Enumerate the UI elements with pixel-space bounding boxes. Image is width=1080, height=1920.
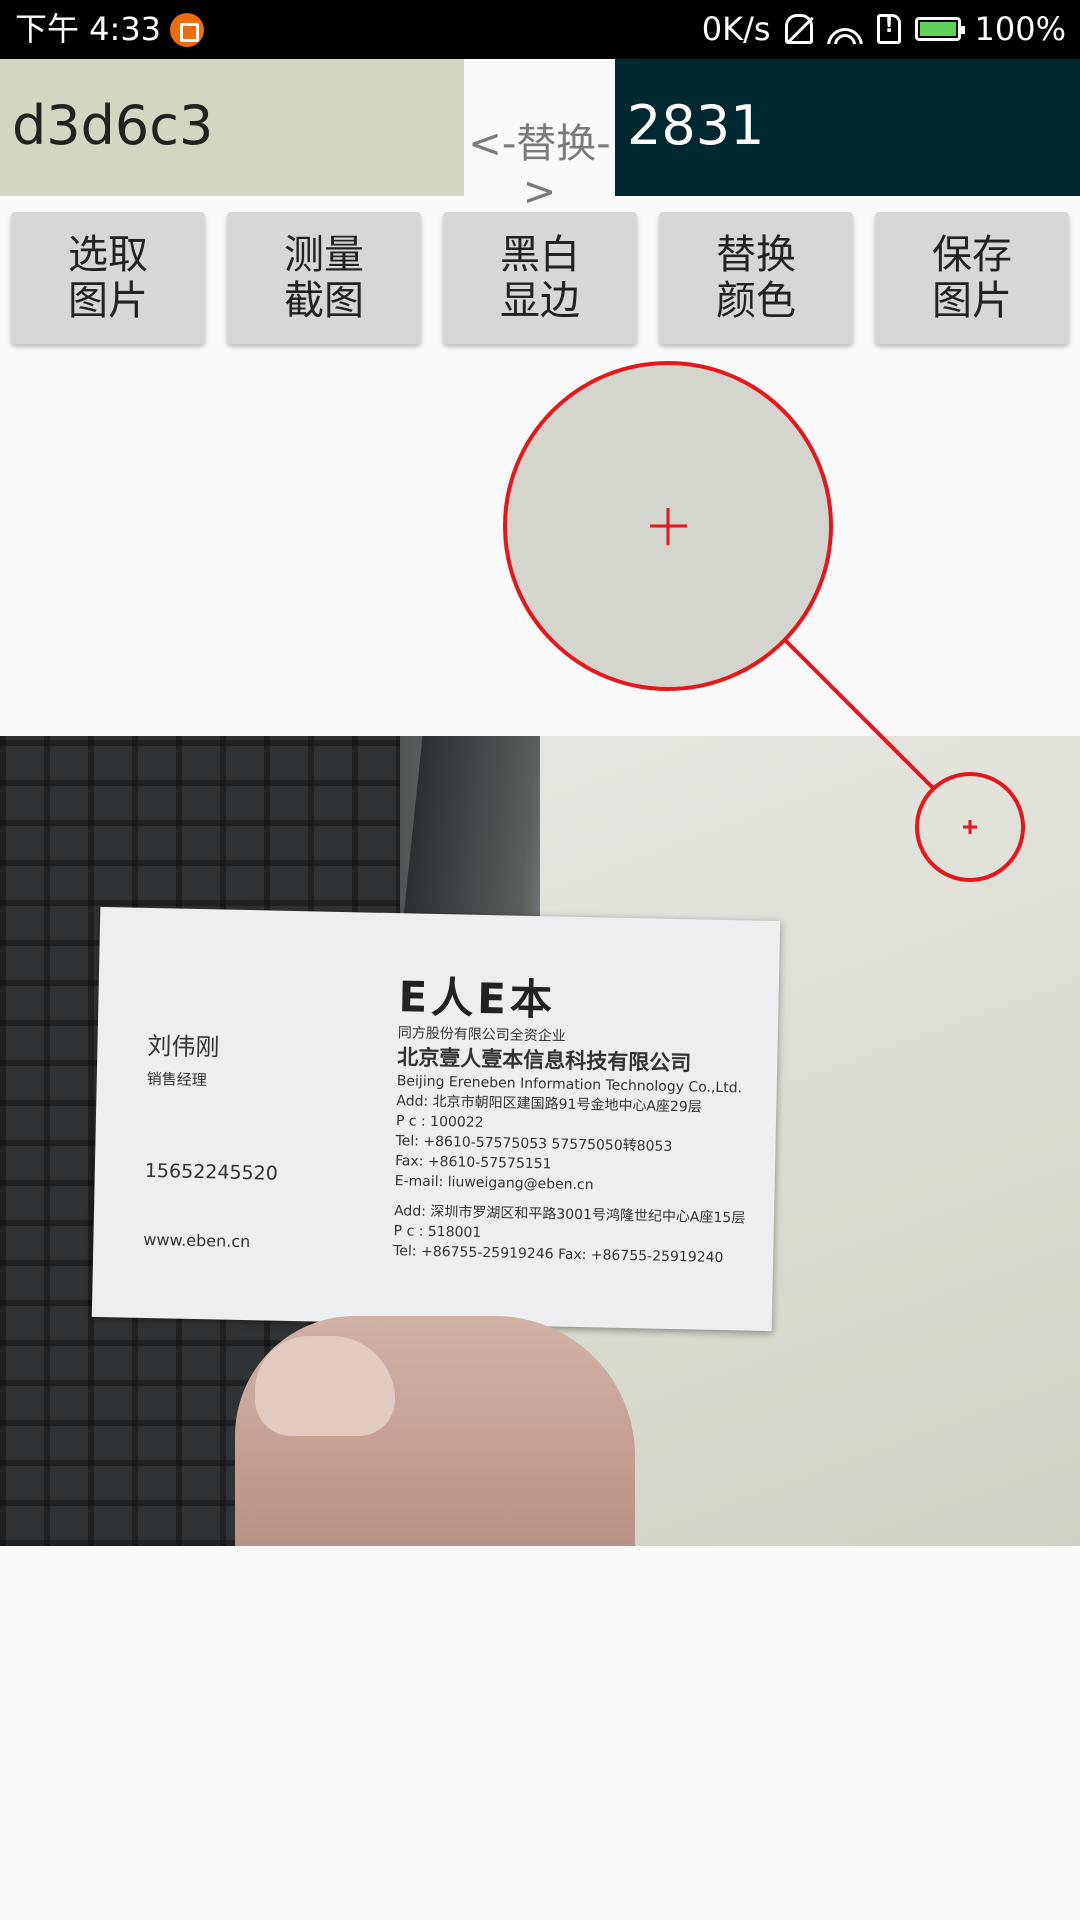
black-white-edge-button[interactable]: 黑白 显边: [443, 212, 637, 344]
business-card: E人E本 刘伟刚 销售经理 15652245520 www.eben.cn 同方…: [91, 906, 781, 1332]
button-label-line2: 截图: [284, 278, 364, 324]
magnifier-lens[interactable]: [503, 361, 833, 691]
app-notification-icon: [170, 13, 204, 47]
photo-canvas[interactable]: E人E本 刘伟刚 销售经理 15652245520 www.eben.cn 同方…: [0, 736, 1080, 1546]
source-color-swatch[interactable]: d3d6c3: [0, 59, 464, 196]
status-time: 下午 4:33: [15, 10, 162, 48]
card-info: 同方股份有限公司全资企业 北京壹人壹本信息科技有限公司 Beijing Eren…: [393, 1023, 758, 1268]
sim-alert-icon: [876, 13, 901, 44]
button-label-line2: 显边: [500, 278, 580, 324]
button-label-line2: 图片: [932, 278, 1012, 324]
button-label-line1: 替换: [716, 232, 796, 278]
wifi-icon: [826, 14, 863, 44]
replace-color-button[interactable]: 替换 颜色: [659, 212, 853, 344]
card-job-title: 销售经理: [146, 1069, 207, 1090]
button-label-line2: 图片: [68, 278, 148, 324]
network-speed: 0K/s: [701, 10, 771, 48]
button-label-line1: 保存: [932, 232, 1012, 278]
battery-fill: [919, 22, 956, 36]
card-website: www.eben.cn: [143, 1229, 251, 1252]
card-name: 刘伟刚: [147, 1031, 220, 1062]
color-swap-row: d3d6c3 <-替换-> 2831: [0, 59, 1080, 215]
status-bar: 下午 4:33 0K/s 100%: [0, 0, 1080, 59]
battery-percent: 100%: [974, 10, 1066, 48]
button-label-line2: 颜色: [716, 278, 796, 324]
magnifier-crosshair-icon: [650, 508, 687, 545]
save-image-button[interactable]: 保存 图片: [875, 212, 1069, 344]
status-indicators: 0K/s 100%: [702, 9, 1066, 49]
battery-icon: [914, 17, 965, 41]
card-mobile: 15652245520: [144, 1159, 279, 1185]
card-logo: E人E本: [398, 972, 557, 1025]
source-color-hex: d3d6c3: [12, 94, 214, 157]
swap-label: <-替换->: [468, 121, 611, 215]
target-color-swatch[interactable]: 2831: [615, 59, 1080, 196]
select-image-button[interactable]: 选取 图片: [11, 212, 205, 344]
button-label-line1: 测量: [284, 232, 364, 278]
measure-screenshot-button[interactable]: 测量 截图: [227, 212, 421, 344]
button-label-line1: 选取: [68, 232, 148, 278]
target-color-hex: 2831: [627, 94, 765, 157]
toolbar: 选取 图片 测量 截图 黑白 显边 替换 颜色 保存 图片: [0, 212, 1080, 346]
button-label-line1: 黑白: [500, 232, 580, 278]
bell-muted-icon: [784, 14, 813, 44]
